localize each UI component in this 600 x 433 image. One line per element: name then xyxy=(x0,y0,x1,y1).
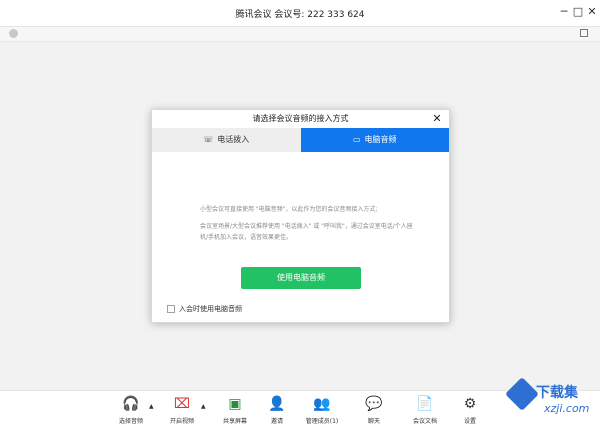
toolbar-share-screen[interactable]: ▣ 共享屏幕 xyxy=(215,395,255,425)
toolbar-meeting-docs[interactable]: 📄 会议文档 xyxy=(405,395,445,425)
close-window-icon[interactable]: ✕ xyxy=(584,4,600,20)
members-icon: 👥 xyxy=(313,396,331,412)
tab-label: 电话拨入 xyxy=(217,135,250,144)
auto-audio-option[interactable]: 入会时使用电脑音频 xyxy=(167,304,242,314)
checkbox-label: 入会时使用电脑音频 xyxy=(179,305,242,313)
desc-line: 小型会议可直接使用 "电脑音频"，以此作为您的会议音频接入方式; xyxy=(200,206,378,213)
tab-computer-audio[interactable]: ▭ 电脑音频 xyxy=(300,128,449,152)
watermark-text: 下载集 xyxy=(536,385,578,401)
watermark-logo-icon xyxy=(505,377,539,411)
video-off-icon: ⌧ xyxy=(173,396,191,412)
shield-icon[interactable] xyxy=(9,29,18,38)
watermark: 下载集 xzji.com xyxy=(505,377,596,428)
invite-icon: 👤 xyxy=(268,396,286,412)
tool-label: 开启视频 xyxy=(169,418,194,425)
headset-icon: 🎧 xyxy=(122,396,140,412)
tool-label: 聊天 xyxy=(367,418,380,425)
gear-icon: ⚙ xyxy=(463,396,477,412)
tool-label: 管理成员(1) xyxy=(305,418,339,425)
video-caret-icon[interactable]: ▲ xyxy=(201,403,206,410)
tool-label: 会议文档 xyxy=(412,418,437,425)
toolbar-video[interactable]: ⌧ 开启视频 xyxy=(162,395,202,425)
fullscreen-icon[interactable] xyxy=(580,29,588,37)
chat-icon: 💬 xyxy=(365,396,383,412)
dialog-description: 小型会议可直接使用 "电脑音频"，以此作为您的会议音频接入方式; 会议室场景/大… xyxy=(200,204,415,249)
tool-label: 设置 xyxy=(463,418,476,425)
share-screen-icon: ▣ xyxy=(228,396,242,412)
phone-icon: ☏ xyxy=(203,135,214,144)
computer-icon: ▭ xyxy=(352,135,361,144)
meeting-info-bar xyxy=(0,27,600,42)
toolbar-audio[interactable]: 🎧 选择音频 xyxy=(111,395,151,425)
toolbar-manage-members[interactable]: 👥 管理成员(1) xyxy=(302,395,342,425)
dialog-title: 请选择会议音频的接入方式 xyxy=(252,114,349,123)
use-computer-audio-button[interactable]: 使用电脑音频 xyxy=(241,267,361,289)
document-icon: 📄 xyxy=(416,396,434,412)
audio-tabs: ☏ 电话拨入 ▭ 电脑音频 xyxy=(152,128,449,152)
tab-phone-dial-in[interactable]: ☏ 电话拨入 xyxy=(152,128,301,152)
tool-label: 邀请 xyxy=(270,418,283,425)
audio-caret-icon[interactable]: ▲ xyxy=(149,403,154,410)
toolbar-chat[interactable]: 💬 聊天 xyxy=(354,395,394,425)
auto-audio-checkbox[interactable] xyxy=(167,305,175,313)
title-bar: 腾讯会议 会议号: 222 333 624 ─ □ ✕ xyxy=(0,0,600,27)
watermark-subtext: xzji.com xyxy=(544,402,590,415)
tab-label: 电脑音频 xyxy=(364,135,397,144)
audio-dialog: 请选择会议音频的接入方式 ✕ ☏ 电话拨入 ▭ 电脑音频 小型会议可直接使用 "电脑… xyxy=(151,109,450,323)
toolbar-invite[interactable]: 👤 邀请 xyxy=(257,395,297,425)
tool-label: 共享屏幕 xyxy=(222,418,247,425)
window-title: 腾讯会议 会议号: 222 333 624 xyxy=(235,10,365,20)
dialog-close-icon[interactable]: ✕ xyxy=(431,113,443,125)
toolbar-settings[interactable]: ⚙ 设置 xyxy=(450,395,490,425)
tool-label: 选择音频 xyxy=(118,418,143,425)
desc-line: 会议室场景/大型会议推荐使用 "电话拨入" 或 "呼叫我"，通过会议室电话/个人… xyxy=(200,223,413,241)
